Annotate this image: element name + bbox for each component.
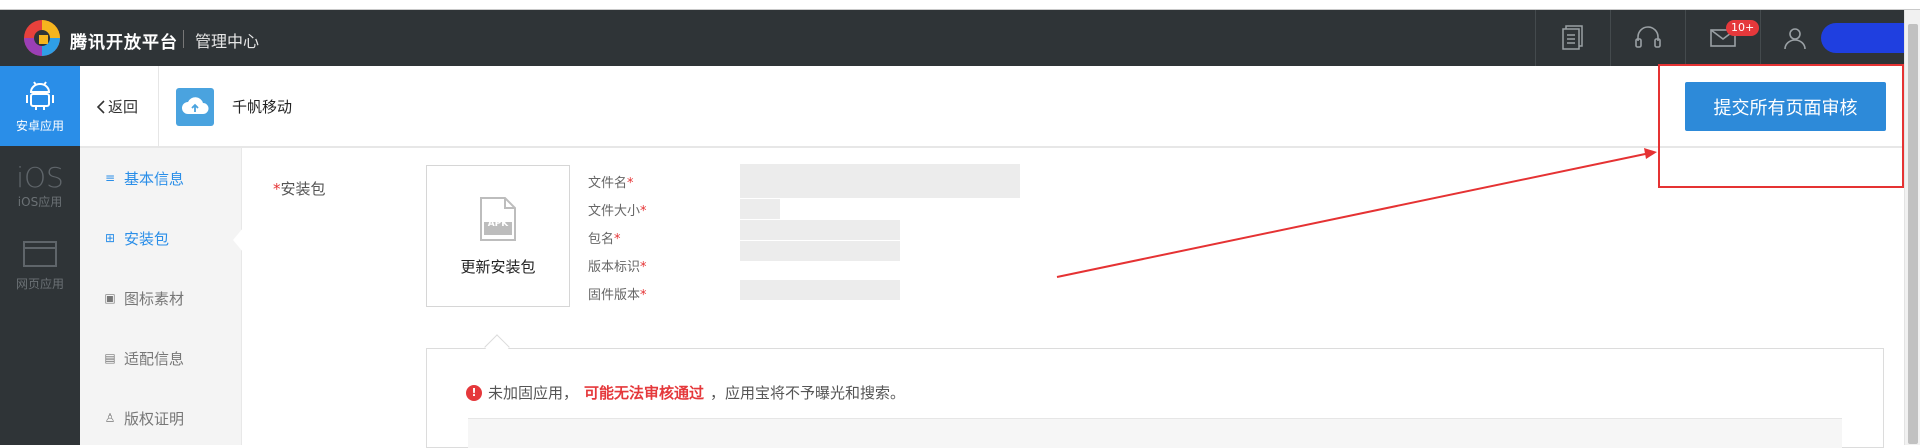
page-scrollbar[interactable] bbox=[1904, 10, 1920, 445]
scrollbar-thumb[interactable] bbox=[1908, 24, 1918, 444]
annotation-arrow bbox=[1056, 148, 1657, 278]
